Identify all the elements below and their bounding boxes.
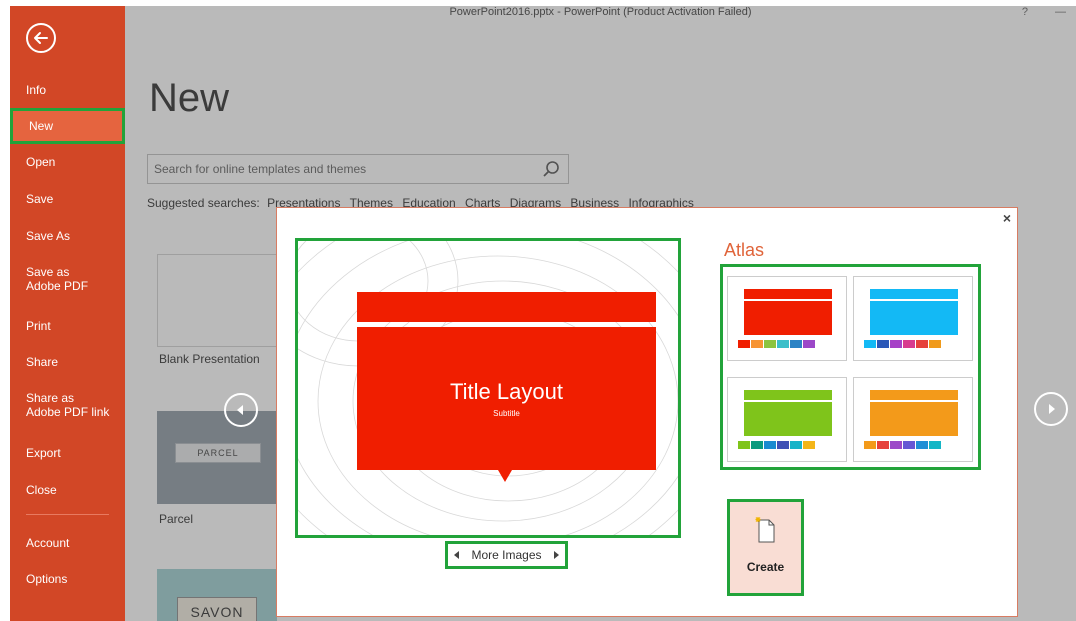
variant-green[interactable] [727,377,847,462]
variant-red-swatch [764,340,776,348]
variant-red-top [744,289,832,299]
variant-orange-swatch [903,441,915,449]
variant-red[interactable] [727,276,847,361]
preview-title: Title Layout [450,379,563,404]
variant-orange-swatch [890,441,902,449]
variant-green-swatch [738,441,750,449]
variant-orange-top [870,390,958,400]
variant-blue-swatches [864,340,941,348]
variant-orange-swatch [916,441,928,449]
sidebar-item-print[interactable]: Print [10,319,125,333]
create-button[interactable]: Create [727,499,804,596]
variant-orange-swatches [864,441,941,449]
variant-red-swatch [803,340,815,348]
sidebar-item-info[interactable]: Info [10,83,125,97]
variant-green-swatch [777,441,789,449]
backstage-sidebar: Info New Open Save Save As Save as Adobe… [10,6,125,621]
theme-name: Atlas [724,240,765,260]
variant-orange-swatch [877,441,889,449]
variant-orange-body [870,402,958,436]
variant-blue-swatch [903,340,915,348]
variant-red-swatches [738,340,815,348]
previous-image-icon[interactable] [454,551,459,559]
close-icon[interactable]: × [1003,210,1011,226]
template-preview: Title Layout Subtitle [295,238,681,538]
new-document-icon [755,517,774,543]
variant-red-swatch [738,340,750,348]
variant-blue-swatch [890,340,902,348]
variant-green-swatch [764,441,776,449]
preview-pointer [498,470,512,482]
sidebar-item-save-as-adobe-pdf[interactable]: Save as Adobe PDF [10,265,100,293]
create-label: Create [746,560,785,574]
variant-blue[interactable] [853,276,973,361]
sidebar-item-options[interactable]: Options [10,572,125,586]
variant-green-swatch [803,441,815,449]
variant-blue-swatch [916,340,928,348]
variant-green-swatch [751,441,763,449]
variant-blue-swatch [877,340,889,348]
variant-orange[interactable] [853,377,973,462]
sidebar-item-save[interactable]: Save [10,192,125,206]
sidebar-item-close[interactable]: Close [10,483,125,497]
next-template-button[interactable] [1034,392,1068,426]
sidebar-item-new[interactable]: New [10,108,125,144]
preview-slide-body: Title Layout Subtitle [357,327,656,470]
preview-subtitle: Subtitle [493,409,520,418]
variant-red-swatch [751,340,763,348]
preview-title-bar [357,292,656,322]
sidebar-item-share[interactable]: Share [10,355,125,369]
variant-blue-top [870,289,958,299]
variant-red-swatch [790,340,802,348]
previous-template-button[interactable] [224,393,258,427]
variant-red-body [744,301,832,335]
sidebar-item-share-as-adobe-pdf-link[interactable]: Share as Adobe PDF link [10,391,110,419]
variant-green-top [744,390,832,400]
sidebar-item-save-as[interactable]: Save As [10,229,125,243]
sidebar-item-account[interactable]: Account [10,536,125,550]
variant-orange-swatch [864,441,876,449]
variant-green-body [744,402,832,436]
variant-blue-swatch [864,340,876,348]
variant-orange-swatch [929,441,941,449]
chevron-left-icon [237,405,243,415]
variant-blue-body [870,301,958,335]
sidebar-divider [26,514,109,515]
chevron-right-icon [1049,404,1055,414]
more-images-control: More Images [445,541,568,569]
more-images-label: More Images [471,548,542,562]
theme-variants [720,264,981,470]
template-preview-dialog: × Title Layout Subtitle More Images Atla… [276,207,1018,617]
variant-green-swatches [738,441,815,449]
variant-red-swatch [777,340,789,348]
sidebar-item-open[interactable]: Open [10,155,125,169]
back-arrow-icon[interactable] [26,23,56,53]
next-image-icon[interactable] [554,551,559,559]
variant-green-swatch [790,441,802,449]
sidebar-item-export[interactable]: Export [10,446,125,460]
variant-blue-swatch [929,340,941,348]
